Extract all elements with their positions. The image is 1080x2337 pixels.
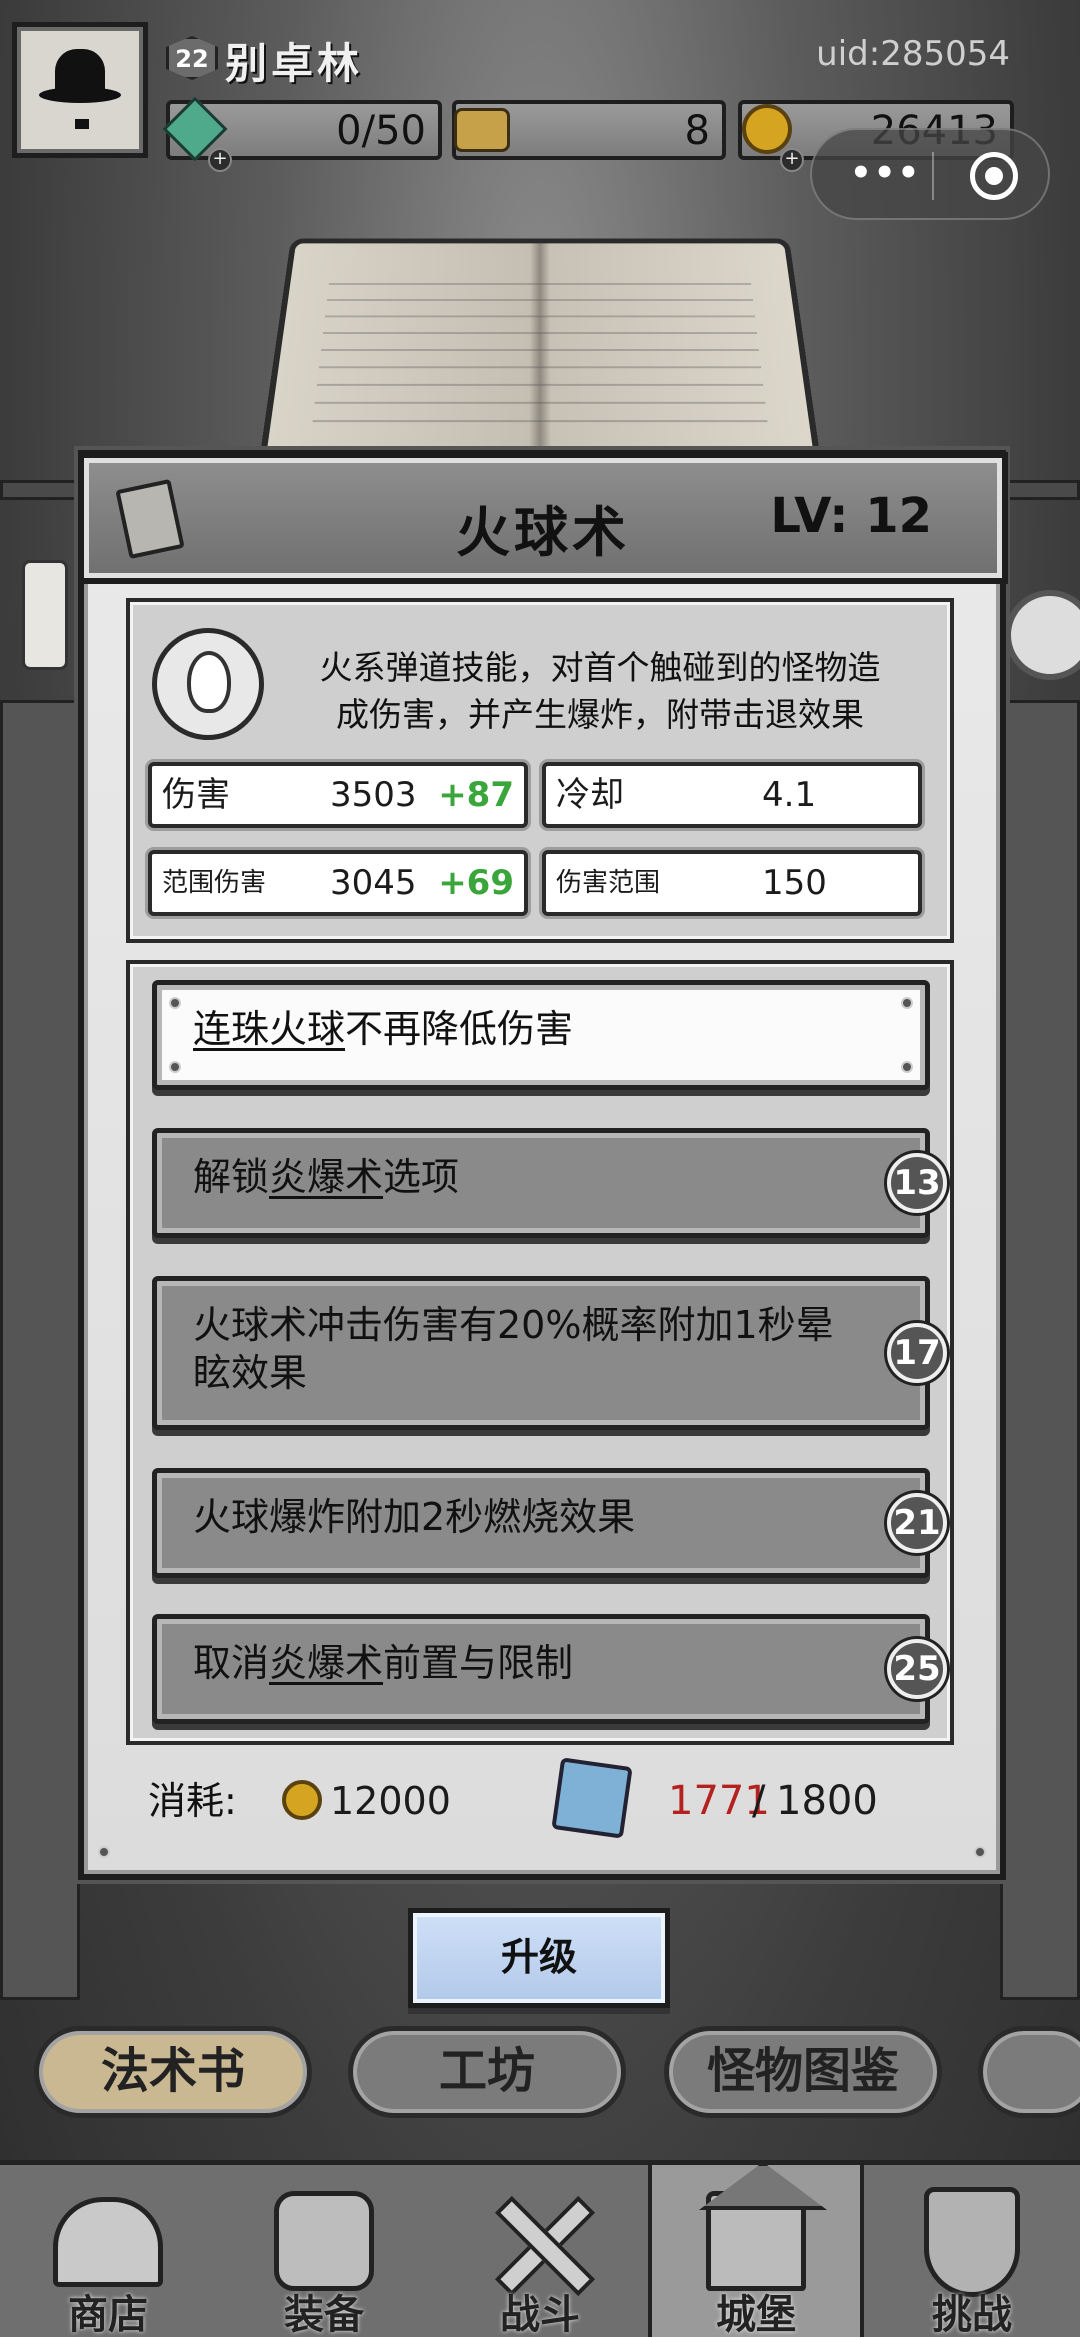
- skill-dialog-header: 火球术 LV: 12: [78, 452, 1008, 584]
- energy-counter[interactable]: + 0/50: [162, 96, 442, 172]
- stat-bonus: +87: [438, 775, 514, 815]
- stat-value: 3503: [330, 775, 417, 815]
- more-menu-icon[interactable]: •••: [850, 156, 921, 190]
- tab-workshop[interactable]: 工坊: [348, 2026, 626, 2118]
- skill-option-locked[interactable]: 火球爆炸附加2秒燃烧效果 21: [152, 1468, 947, 1578]
- unlock-level-badge: 21: [887, 1493, 947, 1553]
- nav-castle[interactable]: 城堡: [648, 2165, 864, 2337]
- option-link[interactable]: 炎爆术: [269, 1155, 383, 1199]
- option-text: 不再降低伤害: [345, 1007, 574, 1051]
- left-pillar: [0, 700, 80, 2000]
- nav-label: 城堡: [716, 2292, 796, 2337]
- miniprogram-capsule: •••: [810, 128, 1050, 220]
- nav-battle[interactable]: 战斗: [432, 2165, 648, 2337]
- skill-description: 火系弹道技能，对首个触碰到的怪物造 成伤害，并产生爆炸，附带击退效果: [280, 644, 920, 738]
- stat-aoe-damage: 范围伤害 3045 +69: [148, 850, 528, 916]
- stat-label: 范围伤害: [162, 868, 267, 898]
- skill-option-locked[interactable]: 取消炎爆术前置与限制 25: [152, 1614, 947, 1724]
- stat-label: 伤害范围: [556, 868, 661, 898]
- right-pillar: [1000, 700, 1080, 2000]
- energy-value: 0/50: [336, 108, 426, 154]
- cost-label: 消耗:: [148, 1779, 237, 1823]
- unlock-level-badge: 17: [887, 1323, 947, 1383]
- skill-option[interactable]: 连珠火球不再降低伤害: [152, 980, 930, 1090]
- bowler-hat-icon: [39, 49, 121, 111]
- unlock-level-badge: 13: [887, 1153, 947, 1213]
- tab-monster-codex[interactable]: 怪物图鉴: [664, 2026, 942, 2118]
- nav-label: 装备: [284, 2292, 364, 2337]
- stat-value: 3045: [330, 863, 417, 903]
- stat-value: 150: [762, 863, 827, 903]
- nav-label: 挑战: [932, 2292, 1012, 2337]
- nav-label: 战斗: [500, 2292, 580, 2337]
- option-text: 火球爆炸附加2秒燃烧效果: [193, 1495, 636, 1539]
- player-name: 别卓林: [225, 39, 364, 88]
- add-gold-icon[interactable]: +: [780, 148, 804, 172]
- skill-option-locked[interactable]: 解锁炎爆术选项 13: [152, 1128, 947, 1238]
- skill-description-line: 成伤害，并产生爆炸，附带击退效果: [336, 695, 864, 734]
- skill-info-panel: 火系弹道技能，对首个触碰到的怪物造 成伤害，并产生爆炸，附带击退效果 伤害 35…: [126, 598, 954, 943]
- option-text: 选项: [383, 1155, 460, 1199]
- nav-label: 商店: [68, 2292, 148, 2337]
- stat-value: 4.1: [762, 775, 817, 815]
- tab-more[interactable]: [978, 2026, 1080, 2118]
- skill-description-line: 火系弹道技能，对首个触碰到的怪物造: [319, 648, 881, 687]
- bottom-nav: 商店 装备 战斗 城堡 挑战: [0, 2160, 1080, 2337]
- gold-coin-icon: [282, 1780, 322, 1820]
- stat-aoe-range: 伤害范围 150: [542, 850, 922, 916]
- stat-label: 冷却: [556, 775, 624, 815]
- option-text: 前置与限制: [383, 1641, 574, 1685]
- player-uid: uid:285054: [816, 34, 1010, 74]
- ticket-counter[interactable]: 8: [452, 100, 726, 160]
- stat-cooldown: 冷却 4.1: [542, 762, 922, 828]
- stat-label: 伤害: [162, 775, 230, 815]
- stat-damage: 伤害 3503 +87: [148, 762, 528, 828]
- capsule-divider: [932, 152, 934, 200]
- fireball-skill-icon: [152, 628, 264, 740]
- tab-spellbook[interactable]: 法术书: [34, 2026, 312, 2118]
- close-miniprogram-icon[interactable]: [970, 152, 1018, 200]
- option-link[interactable]: 炎爆术: [269, 1641, 383, 1685]
- player-avatar[interactable]: [12, 22, 148, 158]
- shards-required: 1800: [776, 1778, 878, 1824]
- option-text: 解锁: [193, 1155, 270, 1199]
- open-book-illustration: [256, 238, 824, 478]
- pocket-watch-icon: [1005, 590, 1080, 680]
- skill-shard-icon: [551, 1757, 633, 1839]
- skill-option-locked[interactable]: 火球术冲击伤害有20%概率附加1秒晕眩效果 17: [152, 1276, 947, 1430]
- candle-icon: [22, 560, 68, 670]
- ticket-value: 8: [684, 108, 710, 154]
- ticket-icon: [450, 98, 512, 160]
- gold-cost: 12000: [330, 1779, 451, 1823]
- nav-challenge[interactable]: 挑战: [864, 2165, 1080, 2337]
- unlock-level-badge: 25: [887, 1639, 947, 1699]
- shards-separator: /: [752, 1778, 766, 1824]
- option-link[interactable]: 连珠火球: [193, 1007, 345, 1051]
- nav-equipment[interactable]: 装备: [216, 2165, 432, 2337]
- upgrade-button[interactable]: 升级: [408, 1908, 670, 2008]
- add-energy-icon[interactable]: +: [208, 148, 232, 172]
- skill-level: LV: 12: [770, 488, 932, 544]
- stat-bonus: +69: [438, 863, 514, 903]
- option-text: 火球术冲击伤害有20%概率附加1秒晕眩效果: [193, 1303, 834, 1395]
- option-text: 取消: [193, 1641, 270, 1685]
- nav-shop[interactable]: 商店: [0, 2165, 216, 2337]
